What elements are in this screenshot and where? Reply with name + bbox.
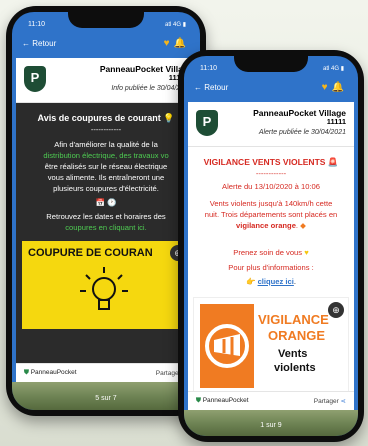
card-title: Avis de coupures de courant xyxy=(37,113,161,123)
windsock-panel xyxy=(200,304,254,388)
alert-date: Alerte du 13/10/2020 à 10:06 xyxy=(222,182,320,191)
vigilance-text: vigilance orange xyxy=(235,221,296,230)
diamond-icon: ◆ xyxy=(300,221,306,230)
published-date: Info publiée le 30/04/202 xyxy=(111,85,188,92)
banner-title: COUPURE DE COURAN xyxy=(28,247,153,259)
poster-line-3: Vents xyxy=(278,348,308,360)
signal-icon: atl 4G ▮ xyxy=(323,66,344,72)
signal-icon: atl 4G ▮ xyxy=(165,22,186,28)
village-logo: P xyxy=(24,66,46,92)
front-phone: 11:10 atl 4G ▮ ← Retour ♥🔔 P PanneauPock… xyxy=(178,50,364,442)
card-header: P PanneauPocket Villag 11111 Info publié… xyxy=(16,58,196,103)
body-line: Afin d'améliorer la qualité de la xyxy=(54,140,158,149)
page-indicator: 1 sur 9 xyxy=(260,422,282,429)
click-here-link[interactable]: cliquez ici xyxy=(258,277,294,286)
village-number: 11111 xyxy=(326,117,346,126)
info-card: P PanneauPocket Villag 11111 Info publié… xyxy=(16,58,196,388)
card-footer: ⛊ PanneauPocket Partager ⋖ xyxy=(188,391,354,410)
alert-body-line: nuit. Trois départements sont placés en xyxy=(204,210,338,219)
zoom-icon[interactable]: ⊕ xyxy=(328,302,344,318)
bulb-icon xyxy=(80,267,128,310)
poster-line-4: violents xyxy=(274,362,316,374)
camera-notch xyxy=(234,56,308,72)
separator: ------------ xyxy=(255,169,287,178)
calendar-clock-icons: 📅 🕐 xyxy=(95,198,117,207)
front-phone-screen: 11:10 atl 4G ▮ ← Retour ♥🔔 P PanneauPock… xyxy=(184,56,358,436)
card-header: P PanneauPocket Village 11111 Alerte pub… xyxy=(188,102,354,147)
footer-brand: ⛊ PanneauPocket xyxy=(24,369,77,376)
back-button[interactable]: ← Retour xyxy=(22,39,56,48)
camera-notch xyxy=(68,12,144,28)
poster-line-2: ORANGE xyxy=(268,328,326,343)
vigilance-line: vigilance orange. ◆ xyxy=(235,221,306,230)
share-button[interactable]: Partager ⋖ xyxy=(314,397,346,405)
back-button[interactable]: ← Retour xyxy=(194,83,228,92)
schedule-line: Retrouvez les dates et horaires des xyxy=(46,212,166,221)
poster-line-1: VIGILANCE xyxy=(258,312,329,327)
favorite-bell-icons[interactable]: ♥🔔 xyxy=(164,38,190,49)
schedule-link[interactable]: coupures en cliquant ici. xyxy=(20,222,192,233)
alert-title: VIGILANCE VENTS VIOLENTS xyxy=(203,157,326,167)
care-line: Prenez soin de vous ♥ xyxy=(191,247,351,258)
favorite-bell-icons[interactable]: ♥🔔 xyxy=(322,82,348,93)
back-phone: 11:10 atl 4G ▮ ← Retour ♥🔔 P PanneauPock… xyxy=(6,6,206,416)
power-cut-banner[interactable]: COUPURE DE COURAN ⊕ xyxy=(22,241,190,329)
link-line: 👉 cliquez ici. xyxy=(245,277,296,286)
care-text: Prenez soin de vous xyxy=(233,248,303,257)
app-bar: ← Retour ♥🔔 xyxy=(184,78,358,100)
alert-icon: 🚨 xyxy=(327,157,339,167)
alert-body-line: Vents violents jusqu'à 140km/h cette xyxy=(209,199,333,208)
published-date: Alerte publiée le 30/04/2021 xyxy=(258,129,346,136)
app-bar: ← Retour ♥🔔 xyxy=(12,34,200,56)
page-indicator: 5 sur 7 xyxy=(95,395,117,402)
body-line: être réalisés sur le réseau électrique xyxy=(44,162,168,171)
village-logo: P xyxy=(196,110,218,136)
windsock-icon xyxy=(205,324,249,368)
card-footer: ⛊ PanneauPocket Partager ⋖ xyxy=(16,363,196,382)
pointing-hand-icon: 👉 xyxy=(245,277,256,286)
lightbulb-icon: 💡 xyxy=(163,113,175,123)
vigilance-poster[interactable]: VIGILANCE ORANGE Vents violents ⊕ xyxy=(193,297,349,395)
status-time: 11:10 xyxy=(28,21,45,28)
info-text: Pour plus d'informations : xyxy=(228,263,314,272)
separator: ------------ xyxy=(90,125,122,134)
body-line: vous alimente. Ils entraîneront une xyxy=(47,173,165,182)
body-line-link[interactable]: distribution électrique, des travaux vo xyxy=(20,150,192,161)
footer-brand: ⛊ PanneauPocket xyxy=(196,397,249,404)
heart-icon: ♥ xyxy=(304,248,309,257)
alert-card: P PanneauPocket Village 11111 Alerte pub… xyxy=(188,102,354,407)
body-line: plusieurs coupures d'électricité. xyxy=(53,184,159,193)
status-time: 11:10 xyxy=(200,65,217,72)
back-phone-screen: 11:10 atl 4G ▮ ← Retour ♥🔔 P PanneauPock… xyxy=(12,12,200,410)
